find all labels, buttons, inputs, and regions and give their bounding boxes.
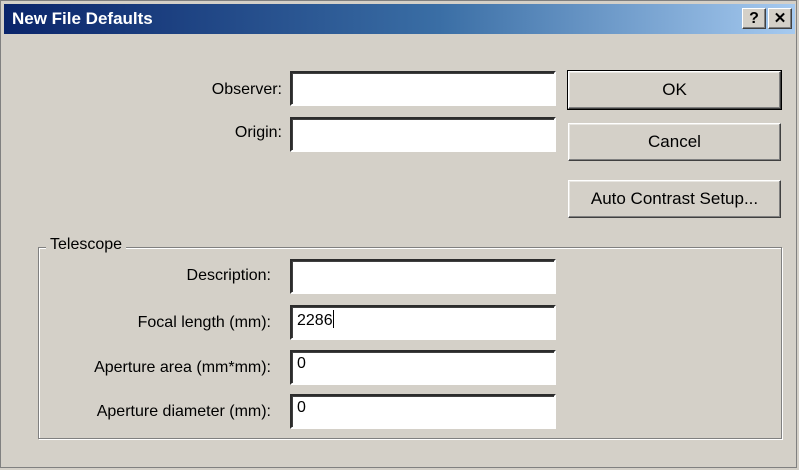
observer-label: Observer: xyxy=(211,81,282,98)
close-button[interactable]: ✕ xyxy=(768,8,792,29)
help-button[interactable]: ? xyxy=(742,8,766,29)
focal-length-field[interactable]: 2286 xyxy=(290,305,556,340)
aperture-area-label: Aperture area (mm*mm): xyxy=(94,359,271,376)
dialog-window: New File Defaults ? ✕ Observer: Origin: … xyxy=(0,0,797,468)
focal-length-value: 2286 xyxy=(297,312,333,329)
aperture-diameter-label: Aperture diameter (mm): xyxy=(96,403,271,420)
observer-field[interactable] xyxy=(290,71,556,106)
cancel-button[interactable]: Cancel xyxy=(568,123,781,161)
origin-label: Origin: xyxy=(234,124,282,141)
window-title: New File Defaults xyxy=(12,9,153,28)
auto-contrast-setup-button[interactable]: Auto Contrast Setup... xyxy=(568,180,781,218)
title-bar[interactable]: New File Defaults ? ✕ xyxy=(4,4,795,34)
origin-field[interactable] xyxy=(290,117,556,152)
ok-button[interactable]: OK xyxy=(567,70,782,110)
description-field[interactable] xyxy=(290,259,556,294)
aperture-diameter-field[interactable]: 0 xyxy=(290,394,556,429)
focal-length-label: Focal length (mm): xyxy=(137,314,271,331)
close-icon: ✕ xyxy=(773,10,787,27)
text-caret xyxy=(332,310,334,328)
telescope-group-label: Telescope xyxy=(46,236,127,254)
description-label: Description: xyxy=(186,267,271,284)
aperture-area-field[interactable]: 0 xyxy=(290,350,556,385)
